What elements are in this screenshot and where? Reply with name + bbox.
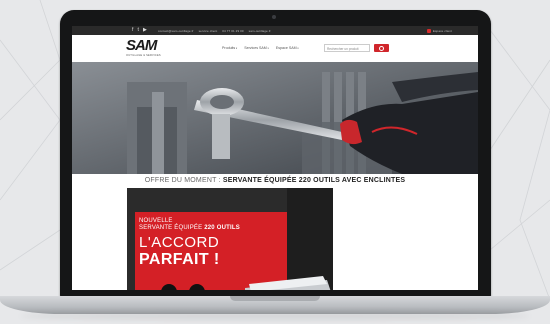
- promo-headline-1: L'ACCORD: [139, 234, 220, 251]
- contact-info: contact@sam-outillage.fr service client …: [158, 29, 275, 33]
- laptop-shadow: [20, 312, 530, 320]
- client-area-link[interactable]: Espace client: [426, 28, 452, 33]
- offer-of-the-moment[interactable]: OFFRE DU MOMENT : SERVANTE ÉQUIPÉE 220 O…: [72, 174, 478, 188]
- nav-item-services[interactable]: Services SAM: [244, 46, 269, 50]
- promo-banner[interactable]: NOUVELLE SERVANTE ÉQUIPÉE 220 OUTILS L'A…: [127, 188, 333, 290]
- promo-line-2: SERVANTE ÉQUIPÉE 220 OUTILS: [139, 225, 240, 232]
- promo-line-2-prefix: SERVANTE ÉQUIPÉE: [139, 225, 203, 231]
- nav-item-espace[interactable]: Espace SAM: [276, 46, 299, 50]
- contact-service: service client: [198, 28, 218, 33]
- social-links: f t ▶: [132, 27, 147, 34]
- youtube-icon[interactable]: ▶: [143, 27, 147, 34]
- search-input[interactable]: Rechercher un produit: [324, 44, 370, 52]
- logo-wordmark: SAM: [126, 37, 157, 54]
- offer-prefix: OFFRE DU MOMENT :: [144, 177, 221, 184]
- twitter-icon[interactable]: t: [138, 27, 140, 34]
- laptop-notch: [230, 296, 320, 301]
- client-area-label: Espace client: [432, 28, 452, 33]
- contact-phone[interactable]: 04 77 01 29 00: [222, 29, 243, 33]
- facebook-icon[interactable]: f: [132, 27, 134, 34]
- promo-line-2-bold: 220 OUTILS: [204, 225, 240, 231]
- camera-icon: [272, 15, 276, 19]
- contact-email[interactable]: contact@sam-outillage.fr: [158, 29, 194, 33]
- promo-line-1: NOUVELLE: [139, 218, 173, 224]
- search-button[interactable]: [374, 44, 389, 52]
- nav-item-produits[interactable]: Produits: [222, 46, 237, 50]
- offer-title: SERVANTE ÉQUIPÉE 220 OUTILS AVEC ENCLINT…: [222, 177, 406, 184]
- site-header: SAM OUTILLAGE & SERVICES Produits Servic…: [72, 35, 478, 62]
- logo[interactable]: SAM OUTILLAGE & SERVICES: [126, 37, 162, 59]
- hero-banner-image: [72, 62, 478, 174]
- contact-site[interactable]: sam-outillage.fr: [249, 29, 271, 33]
- main-nav: Produits Services SAM Espace SAM: [222, 46, 299, 50]
- user-icon: [426, 28, 431, 33]
- promo-headline-2: PARFAIT !: [139, 251, 220, 268]
- top-bar: f t ▶ contact@sam-outillage.fr service c…: [72, 26, 478, 35]
- laptop-screen: f t ▶ contact@sam-outillage.fr service c…: [72, 26, 478, 290]
- logo-tagline: OUTILLAGE & SERVICES: [126, 54, 161, 57]
